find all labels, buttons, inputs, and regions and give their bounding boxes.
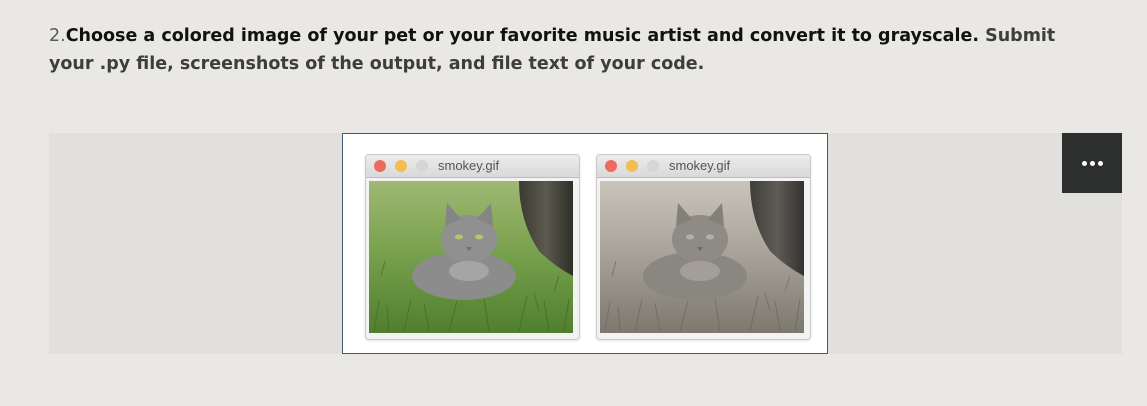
- window-titlebar: smokey.gif: [366, 155, 579, 178]
- question-number: 2.: [49, 26, 66, 46]
- minimize-dot-icon: [626, 160, 638, 172]
- cat-grayscale-image: [600, 181, 804, 333]
- zoom-dot-icon: [647, 160, 659, 172]
- question-instruction: Choose a colored image of your pet or yo…: [65, 26, 980, 46]
- example-screenshot: smokey.gif smokey.gif: [342, 133, 828, 354]
- window-title: smokey.gif: [669, 158, 731, 173]
- close-dot-icon: [374, 160, 386, 172]
- question-text: 2.Choose a colored image of your pet or …: [49, 22, 1059, 78]
- close-dot-icon: [605, 160, 617, 172]
- color-image-window: smokey.gif: [365, 154, 580, 340]
- zoom-dot-icon: [416, 160, 428, 172]
- grayscale-image-window: smokey.gif: [596, 154, 811, 340]
- window-titlebar: smokey.gif: [597, 155, 810, 178]
- cat-color-image: [369, 181, 573, 333]
- more-options-button[interactable]: [1062, 133, 1122, 193]
- more-horizontal-icon: [1081, 160, 1103, 166]
- minimize-dot-icon: [395, 160, 407, 172]
- window-title: smokey.gif: [438, 158, 500, 173]
